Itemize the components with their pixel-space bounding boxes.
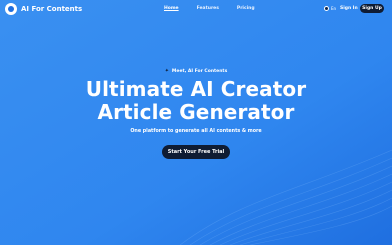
nav-features-link[interactable]: Features	[197, 6, 219, 11]
nav-links: Home Features Pricing	[164, 6, 255, 11]
brand-logo-icon	[5, 3, 17, 15]
sparkle-icon: ✦	[164, 68, 169, 74]
nav-home-link[interactable]: Home	[164, 6, 179, 11]
hero-badge: ✦ Meet, AI For Contents	[0, 68, 392, 75]
globe-icon	[324, 6, 329, 11]
hero-subtitle: One platform to generate all AI contents…	[130, 129, 262, 134]
sign-in-link[interactable]: Sign In	[340, 6, 358, 11]
brand-name: AI For Contents	[21, 5, 83, 13]
hero-badge-text: Meet, AI For Contents	[171, 69, 228, 74]
language-switcher[interactable]: En	[324, 6, 336, 11]
start-free-trial-button[interactable]: Start Your Free Trial	[162, 145, 230, 159]
hero-title: Ultimate AI Creator Article Generator	[0, 78, 392, 124]
top-navbar: AI For Contents Home Features Pricing En…	[0, 0, 392, 18]
hero-title-line2: Article Generator	[97, 100, 295, 124]
nav-pricing-link[interactable]: Pricing	[237, 6, 255, 11]
hero-title-line1: Ultimate AI Creator	[85, 77, 307, 101]
brand-logo[interactable]: AI For Contents	[5, 3, 82, 15]
sign-up-button[interactable]: Sign Up	[360, 4, 384, 13]
language-label: En	[331, 6, 337, 11]
